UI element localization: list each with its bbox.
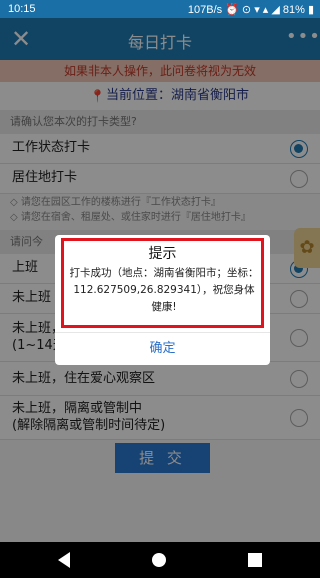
dialog-message: 打卡成功（地点：湖南省衡阳市；坐标：112.627509,26.829341），…	[69, 267, 259, 313]
divider	[55, 332, 270, 333]
system-nav-bar	[0, 542, 320, 578]
recent-apps-icon[interactable]	[248, 553, 262, 567]
confirm-button[interactable]: 确定	[55, 335, 270, 363]
status-time: 10:15	[8, 3, 36, 15]
back-icon[interactable]	[58, 552, 70, 568]
status-icons: 107B/s ⏰ ⊙ ▾ ▴ ◢ 81% ▮	[187, 4, 314, 16]
home-icon[interactable]	[152, 553, 166, 567]
alert-dialog: 提示 打卡成功（地点：湖南省衡阳市；坐标：112.627509,26.82934…	[55, 235, 270, 365]
status-bar: 10:15 107B/s ⏰ ⊙ ▾ ▴ ◢ 81% ▮	[0, 0, 320, 18]
dialog-title: 提示	[148, 246, 177, 262]
